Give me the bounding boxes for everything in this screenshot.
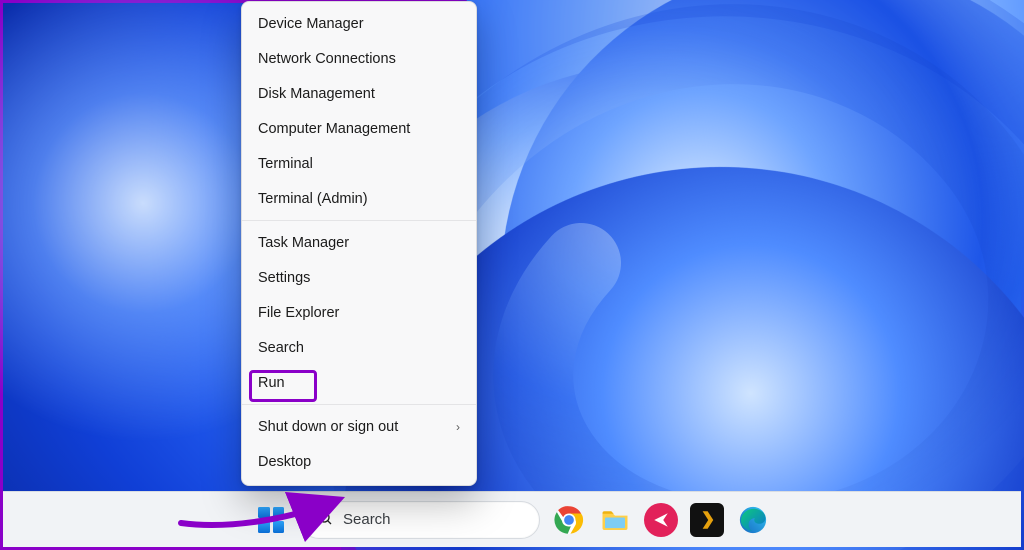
menu-separator [242, 404, 476, 405]
start-button[interactable] [254, 503, 288, 537]
menu-item-label: Settings [258, 270, 310, 286]
menu-item-label: Terminal [258, 156, 313, 172]
search-placeholder: Search [343, 511, 391, 528]
taskbar-app-chrome[interactable] [552, 503, 586, 537]
menu-item-file-explorer[interactable]: File Explorer [242, 295, 476, 330]
plex-icon [692, 505, 722, 535]
menu-item-task-manager[interactable]: Task Manager [242, 225, 476, 260]
menu-item-shut-down[interactable]: Shut down or sign out › [242, 409, 476, 444]
send-anywhere-icon [652, 511, 670, 529]
menu-item-label: Disk Management [258, 86, 375, 102]
menu-item-desktop[interactable]: Desktop [242, 444, 476, 479]
chevron-right-icon: › [456, 420, 460, 434]
chrome-icon [554, 505, 584, 535]
menu-item-label: Task Manager [258, 235, 349, 251]
taskbar-app-file-explorer[interactable] [598, 503, 632, 537]
taskbar: Search [3, 491, 1021, 547]
menu-item-label: Network Connections [258, 51, 396, 67]
taskbar-app-plex[interactable] [690, 503, 724, 537]
menu-item-label: Shut down or sign out [258, 419, 398, 435]
menu-item-computer-management[interactable]: Computer Management [242, 111, 476, 146]
menu-item-disk-management[interactable]: Disk Management [242, 76, 476, 111]
start-context-menu: Device Manager Network Connections Disk … [241, 1, 477, 486]
menu-item-terminal-admin[interactable]: Terminal (Admin) [242, 181, 476, 216]
edge-icon [738, 505, 768, 535]
menu-item-label: Run [258, 375, 285, 391]
taskbar-app-send-anywhere[interactable] [644, 503, 678, 537]
menu-item-device-manager[interactable]: Device Manager [242, 6, 476, 41]
file-explorer-icon [600, 505, 630, 535]
search-icon [317, 510, 333, 530]
menu-item-label: Device Manager [258, 16, 364, 32]
taskbar-app-edge[interactable] [736, 503, 770, 537]
taskbar-search[interactable]: Search [300, 501, 540, 539]
menu-item-run[interactable]: Run [242, 365, 476, 400]
menu-separator [242, 220, 476, 221]
menu-item-label: Computer Management [258, 121, 410, 137]
menu-item-label: Desktop [258, 454, 311, 470]
menu-item-terminal[interactable]: Terminal [242, 146, 476, 181]
menu-item-label: Search [258, 340, 304, 356]
menu-item-settings[interactable]: Settings [242, 260, 476, 295]
menu-item-label: File Explorer [258, 305, 339, 321]
desktop: Device Manager Network Connections Disk … [0, 0, 1024, 550]
menu-item-network-connections[interactable]: Network Connections [242, 41, 476, 76]
menu-item-search[interactable]: Search [242, 330, 476, 365]
menu-item-label: Terminal (Admin) [258, 191, 368, 207]
